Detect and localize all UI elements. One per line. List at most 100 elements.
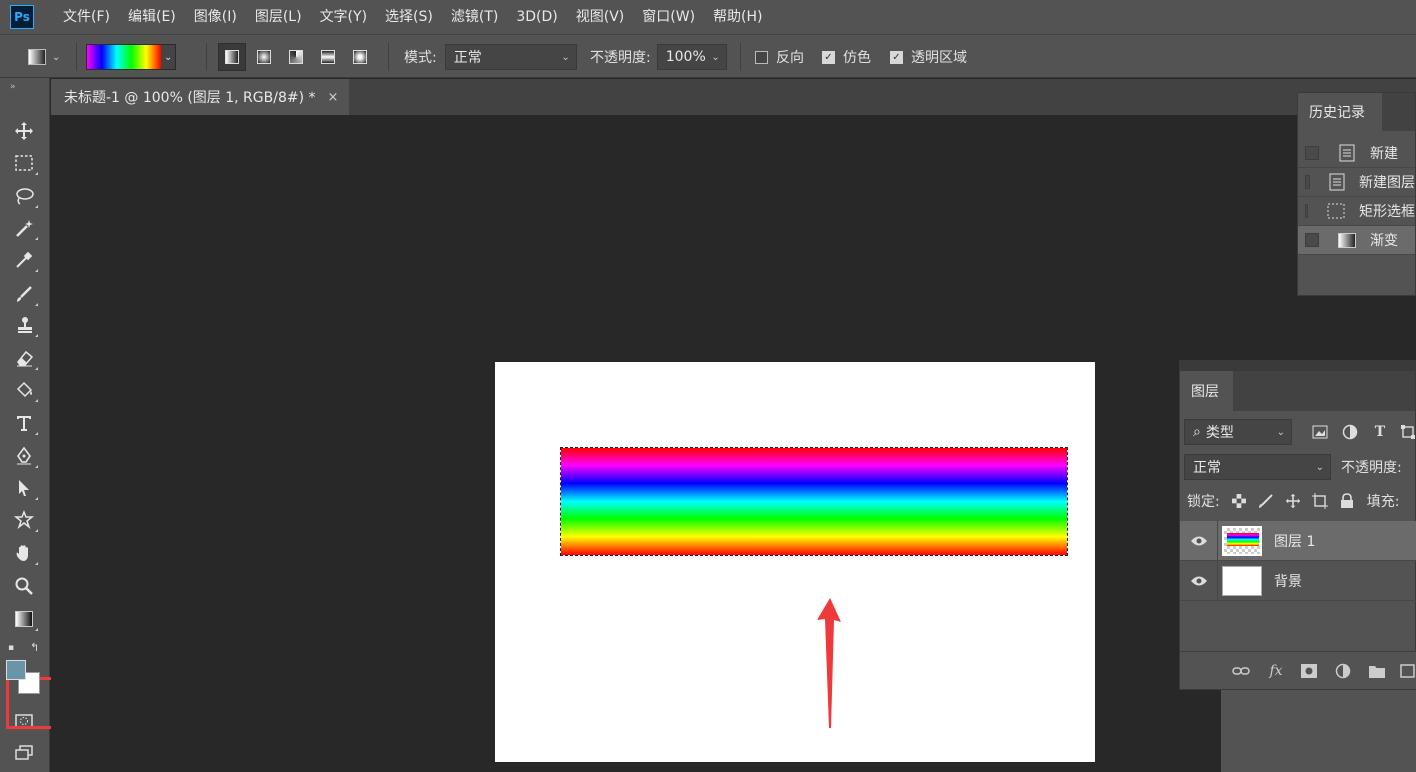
layer-row[interactable]: 图层 1	[1180, 520, 1416, 561]
menu-select[interactable]: 选择(S)	[376, 0, 442, 34]
visibility-eye-icon[interactable]	[1180, 520, 1218, 561]
radial-gradient-button[interactable]	[250, 43, 278, 71]
new-layer-icon[interactable]	[1399, 662, 1416, 680]
history-snapshot-box[interactable]	[1305, 175, 1310, 189]
layer-style-fx-icon[interactable]: fx	[1267, 662, 1285, 680]
custom-shape-tool[interactable]	[9, 506, 39, 534]
linear-gradient-button[interactable]	[218, 43, 246, 71]
lock-image-pixels-icon[interactable]	[1258, 493, 1274, 509]
lock-all-icon[interactable]	[1339, 493, 1355, 509]
new-group-folder-icon[interactable]	[1368, 662, 1386, 680]
menu-window[interactable]: 窗口(W)	[633, 0, 704, 34]
adjustment-layer-filter-icon[interactable]	[1341, 423, 1359, 441]
gradient-tool[interactable]	[9, 605, 39, 633]
menu-help[interactable]: 帮助(H)	[704, 0, 771, 34]
layers-tab[interactable]: 图层	[1180, 371, 1233, 411]
paint-bucket-tool[interactable]	[9, 376, 39, 404]
layer-blend-mode-dropdown[interactable]: 正常 ⌄	[1184, 454, 1331, 480]
layer-filter-dropdown[interactable]: ⌕ 类型 ⌄	[1184, 419, 1292, 445]
lasso-tool[interactable]	[9, 182, 39, 210]
layer-name[interactable]: 背景	[1274, 571, 1302, 591]
lock-position-icon[interactable]	[1285, 493, 1301, 509]
visibility-eye-icon[interactable]	[1180, 560, 1218, 601]
tool-corner-icon	[35, 628, 38, 631]
transparency-checkbox[interactable]: ✓ 透明区域	[890, 35, 967, 79]
document-tab[interactable]: 未标题-1 @ 100% (图层 1, RGB/8#) * ×	[51, 79, 349, 115]
link-layers-icon[interactable]	[1232, 662, 1250, 680]
menu-filter[interactable]: 滤镜(T)	[442, 0, 507, 34]
reflected-gradient-button[interactable]	[314, 43, 342, 71]
history-tab[interactable]: 历史记录	[1298, 93, 1382, 131]
stamp-icon	[18, 317, 32, 333]
shape-layer-filter-icon[interactable]	[1399, 423, 1416, 441]
screen-mode-icon	[15, 745, 33, 760]
tool-corner-icon	[35, 465, 38, 468]
zoom-tool[interactable]	[9, 572, 39, 600]
transparency-checkbox-box[interactable]: ✓	[890, 50, 903, 64]
reverse-checkbox[interactable]: 反向	[755, 35, 804, 79]
panel-collapse-icon[interactable]: »	[10, 82, 16, 92]
history-item[interactable]: 新建图层	[1298, 168, 1415, 197]
eraser-tool[interactable]	[9, 344, 39, 372]
history-panel: 历史记录 新建 新建图层 矩形选框 渐变	[1297, 92, 1416, 296]
history-snapshot-box[interactable]	[1305, 146, 1319, 160]
reverse-checkbox-box[interactable]	[755, 50, 768, 64]
history-snapshot-box[interactable]	[1305, 204, 1308, 218]
angle-gradient-button[interactable]	[282, 43, 310, 71]
marquee-tool[interactable]	[9, 149, 39, 177]
history-item[interactable]: 矩形选框	[1298, 197, 1415, 226]
tool-corner-icon	[35, 237, 38, 240]
lock-transparent-pixels-icon[interactable]	[1231, 493, 1247, 509]
type-layer-filter-icon[interactable]: T	[1371, 423, 1389, 441]
gradient-preview[interactable]	[87, 45, 162, 69]
mode-dropdown[interactable]: 正常 ⌄	[444, 44, 577, 70]
rainbow-gradient-selection[interactable]	[560, 447, 1068, 556]
tool-corner-icon	[35, 172, 38, 175]
pen-tool[interactable]	[9, 442, 39, 470]
foreground-color-swatch[interactable]	[6, 660, 26, 680]
layer-name[interactable]: 图层 1	[1274, 531, 1315, 551]
menu-image[interactable]: 图像(I)	[185, 0, 246, 34]
move-tool[interactable]	[9, 117, 39, 145]
screen-mode-button[interactable]	[9, 739, 39, 767]
layer-thumbnail[interactable]	[1222, 565, 1262, 596]
opacity-input[interactable]: 100% ⌄	[656, 44, 727, 70]
add-mask-icon[interactable]	[1300, 662, 1318, 680]
default-colors-icon[interactable]: ▪	[8, 643, 14, 653]
eyedropper-tool[interactable]	[9, 246, 39, 274]
path-selection-icon	[19, 480, 29, 496]
brush-tool[interactable]	[9, 280, 39, 308]
gradient-picker[interactable]: ⌄	[86, 44, 176, 70]
dither-checkbox-box[interactable]: ✓	[822, 50, 835, 64]
dither-checkbox[interactable]: ✓ 仿色	[822, 35, 871, 79]
tool-corner-icon	[35, 205, 38, 208]
menu-3d[interactable]: 3D(D)	[507, 0, 566, 34]
opacity-value: 100%	[665, 49, 706, 65]
history-snapshot-box[interactable]	[1305, 233, 1319, 247]
swap-colors-icon[interactable]: ↰	[30, 641, 39, 654]
menu-file[interactable]: 文件(F)	[54, 0, 119, 34]
history-item[interactable]: 新建	[1298, 139, 1415, 168]
new-adjustment-layer-icon[interactable]	[1334, 662, 1352, 680]
hand-tool[interactable]	[9, 539, 39, 567]
document-canvas[interactable]	[495, 362, 1095, 762]
type-tool[interactable]	[9, 409, 39, 437]
magic-wand-tool[interactable]	[9, 214, 39, 242]
layer-row[interactable]: 背景	[1180, 560, 1416, 601]
layer-thumbnail[interactable]	[1222, 525, 1262, 556]
divider	[388, 43, 389, 71]
chevron-down-icon[interactable]: ⌄	[161, 45, 175, 69]
close-icon[interactable]: ×	[328, 90, 339, 105]
lock-artboard-icon[interactable]	[1311, 493, 1328, 509]
clone-stamp-tool[interactable]	[9, 311, 39, 339]
tool-preset-picker[interactable]: ⌄	[28, 35, 60, 79]
pixel-layer-filter-icon[interactable]	[1311, 423, 1329, 441]
path-selection-tool[interactable]	[9, 474, 39, 502]
diamond-gradient-button[interactable]	[346, 43, 374, 71]
menu-layer[interactable]: 图层(L)	[246, 0, 311, 34]
menu-type[interactable]: 文字(Y)	[311, 0, 376, 34]
menu-edit[interactable]: 编辑(E)	[119, 0, 185, 34]
lock-row: 锁定: 填充:	[1187, 490, 1399, 512]
history-item-selected[interactable]: 渐变	[1298, 226, 1415, 255]
menu-view[interactable]: 视图(V)	[567, 0, 634, 34]
